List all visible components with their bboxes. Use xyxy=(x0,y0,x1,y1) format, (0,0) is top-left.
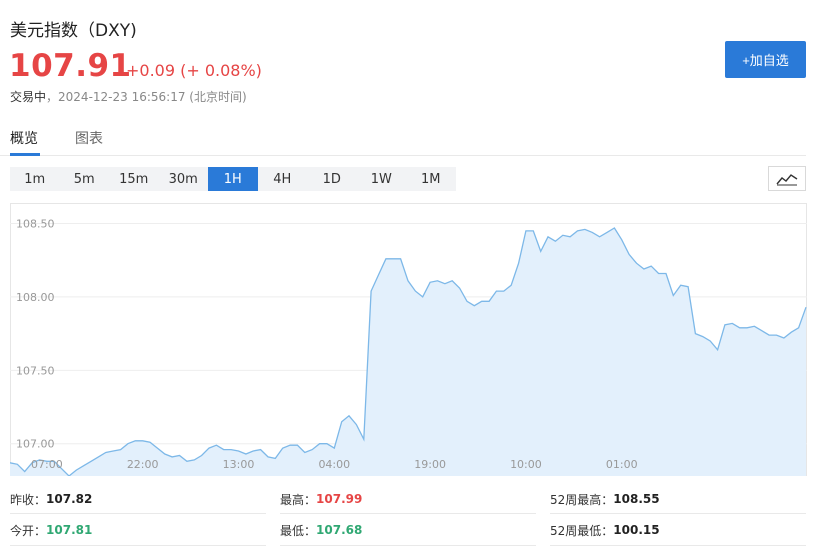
period-15m[interactable]: 15m xyxy=(109,167,159,191)
stat-value: 107.99 xyxy=(316,492,363,506)
stat-label: 52周最低： xyxy=(550,523,614,538)
trade-status: 交易中 xyxy=(10,90,47,104)
stat-value: 108.55 xyxy=(613,492,660,506)
stat-label: 昨收： xyxy=(10,492,47,507)
stat-value: 107.82 xyxy=(46,492,93,506)
stat-value: 100.15 xyxy=(613,523,660,537)
stat-label: 52周最高： xyxy=(550,492,614,507)
y-tick-label: 107.00 xyxy=(16,438,55,451)
stat-52w-low: 52周最低： 100.15 xyxy=(550,516,660,544)
stat-divider xyxy=(280,545,536,546)
stat-high: 最高： 107.99 xyxy=(280,485,362,513)
stat-open: 今开： 107.81 xyxy=(10,516,92,544)
stat-label: 最高： xyxy=(280,492,317,507)
x-tick-label: 04:00 xyxy=(318,458,350,471)
x-tick-label: 07:00 xyxy=(31,458,63,471)
y-tick-label: 108.50 xyxy=(16,218,55,231)
period-1h[interactable]: 1H xyxy=(208,167,258,191)
period-5m[interactable]: 5m xyxy=(60,167,110,191)
stat-divider xyxy=(550,513,806,514)
x-tick-label: 19:00 xyxy=(414,458,446,471)
tab-chart[interactable]: 图表 xyxy=(75,128,103,148)
current-price: 107.91 xyxy=(9,48,132,84)
x-tick-label: 10:00 xyxy=(510,458,542,471)
x-tick-label: 01:00 xyxy=(606,458,638,471)
y-tick-label: 108.00 xyxy=(16,291,55,304)
period-1m[interactable]: 1m xyxy=(10,167,60,191)
stat-prev-close: 昨收： 107.82 xyxy=(10,485,92,513)
period-1d[interactable]: 1D xyxy=(307,167,357,191)
instrument-title: 美元指数（DXY) xyxy=(10,21,137,41)
chart-type-button[interactable] xyxy=(768,166,806,191)
period-30m[interactable]: 30m xyxy=(159,167,209,191)
price-chart-svg: 108.50 108.00 107.50 107.00 07:00 22:00 13:00 0… xyxy=(10,203,807,476)
trade-status-line: 交易中，2024-12-23 16:56:17 (北京时间) xyxy=(10,88,247,105)
stat-label: 今开： xyxy=(10,523,47,538)
stat-divider xyxy=(10,545,266,546)
active-tab-indicator xyxy=(10,153,40,156)
stat-label: 最低： xyxy=(280,523,317,538)
status-separator: ， xyxy=(46,90,59,104)
stat-divider xyxy=(280,513,536,514)
tab-overview[interactable]: 概览 xyxy=(10,128,38,148)
period-selector: 1m 5m 15m 30m 1H 4H 1D 1W 1M xyxy=(10,167,456,191)
period-4h[interactable]: 4H xyxy=(258,167,308,191)
stat-52w-high: 52周最高： 108.55 xyxy=(550,485,660,513)
stat-divider xyxy=(550,545,806,546)
y-tick-label: 107.50 xyxy=(16,364,55,377)
add-to-watchlist-button[interactable]: +加自选 xyxy=(725,41,806,78)
view-tabs: 概览 图表 xyxy=(0,126,806,156)
price-chart: 108.50 108.00 107.50 107.00 07:00 22:00 13:00 0… xyxy=(10,203,807,476)
timestamp: 2024-12-23 16:56:17 (北京时间) xyxy=(58,90,247,104)
period-1mo[interactable]: 1M xyxy=(406,167,456,191)
stat-value: 107.81 xyxy=(46,523,93,537)
period-1w[interactable]: 1W xyxy=(357,167,407,191)
x-tick-label: 13:00 xyxy=(223,458,255,471)
x-tick-label: 22:00 xyxy=(127,458,159,471)
stat-value: 107.68 xyxy=(316,523,363,537)
line-chart-icon xyxy=(776,173,798,185)
price-change: +0.09 (+ 0.08%) xyxy=(126,61,262,80)
stat-divider xyxy=(10,513,266,514)
stat-low: 最低： 107.68 xyxy=(280,516,362,544)
